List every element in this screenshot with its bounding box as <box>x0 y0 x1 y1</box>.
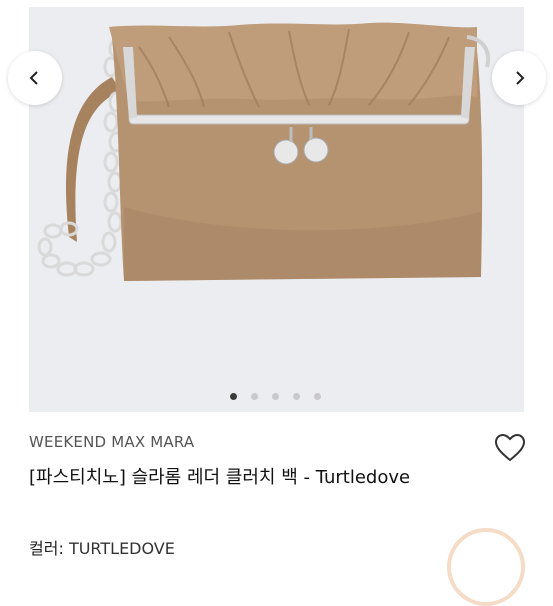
color-value: TURTLEDOVE <box>68 539 175 558</box>
chevron-left-icon <box>29 71 38 85</box>
chevron-right-icon <box>516 71 525 85</box>
pagination-dot[interactable] <box>314 393 321 400</box>
color-label: 컬러: <box>29 539 64 558</box>
product-title: [파스티치노] 슬라롬 레더 클러치 백 - Turtledove <box>29 467 411 488</box>
pagination-dot[interactable] <box>293 393 300 400</box>
product-image-gallery[interactable] <box>29 7 524 412</box>
pagination-dot[interactable] <box>251 393 258 400</box>
product-color: 컬러: TURTLEDOVE <box>29 535 175 559</box>
pagination-dot[interactable] <box>272 393 279 400</box>
floating-badge[interactable] <box>447 528 525 606</box>
previous-image-button[interactable] <box>8 51 62 105</box>
wishlist-button[interactable] <box>494 433 526 463</box>
next-image-button[interactable] <box>492 51 546 105</box>
heart-outline-icon <box>494 433 526 462</box>
pagination-dot[interactable] <box>230 393 237 400</box>
product-image-clutch-bag <box>37 22 490 281</box>
product-brand[interactable]: WEEKEND MAX MARA <box>29 433 194 451</box>
